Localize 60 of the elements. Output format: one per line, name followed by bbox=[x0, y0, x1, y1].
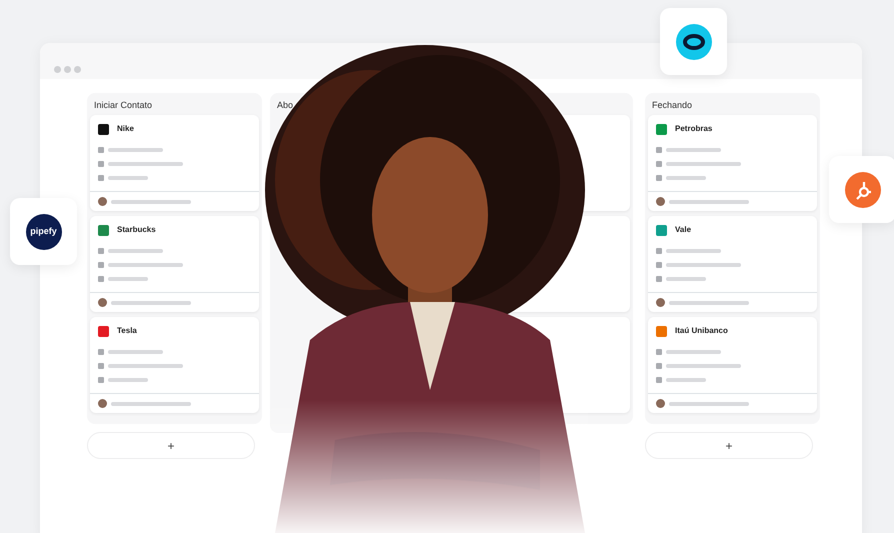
detail-icon bbox=[656, 377, 662, 383]
board-card[interactable]: Petrobras bbox=[648, 115, 817, 211]
window-dot[interactable] bbox=[74, 66, 81, 73]
window-dot[interactable] bbox=[64, 66, 71, 73]
detail-icon bbox=[98, 377, 104, 383]
detail-icon bbox=[656, 262, 662, 268]
blurred-text bbox=[666, 378, 706, 382]
column-title: Iniciar Contato bbox=[94, 100, 152, 110]
avatar-icon bbox=[656, 197, 665, 206]
blurred-text bbox=[666, 249, 721, 253]
avatar-icon bbox=[656, 399, 665, 408]
blurred-text bbox=[108, 148, 163, 152]
company-name: Vale bbox=[675, 224, 692, 236]
detail-icon bbox=[98, 276, 104, 282]
blurred-text bbox=[666, 350, 721, 354]
blurred-text bbox=[108, 277, 148, 281]
detail-icon bbox=[98, 363, 104, 369]
detail-icon bbox=[98, 161, 104, 167]
detail-icon bbox=[656, 276, 662, 282]
company-name: Nike bbox=[117, 123, 134, 135]
board-card[interactable]: Itaú Unibanco bbox=[648, 317, 817, 413]
detail-icon bbox=[656, 147, 662, 153]
company-name: Tesla bbox=[117, 325, 137, 337]
board-card[interactable]: Tesla bbox=[90, 317, 259, 413]
window-dot[interactable] bbox=[54, 66, 61, 73]
company-name: Itaú Unibanco bbox=[675, 325, 728, 337]
app-tile[interactable] bbox=[829, 156, 894, 223]
blurred-text bbox=[108, 378, 148, 382]
app-tile[interactable]: pipefy bbox=[10, 198, 77, 265]
avatar-icon bbox=[98, 298, 107, 307]
wordmark-logo: pipefy bbox=[26, 214, 62, 250]
detail-icon bbox=[656, 363, 662, 369]
detail-icon bbox=[98, 349, 104, 355]
board-card[interactable]: Starbucks bbox=[90, 216, 259, 312]
blurred-text bbox=[666, 176, 706, 180]
detail-icon bbox=[656, 161, 662, 167]
detail-icon bbox=[98, 147, 104, 153]
detail-icon bbox=[98, 248, 104, 254]
avatar-icon bbox=[656, 298, 665, 307]
company-name: Petrobras bbox=[675, 123, 712, 135]
company-name: Starbucks bbox=[117, 224, 156, 236]
blurred-text bbox=[108, 176, 148, 180]
blurred-text bbox=[666, 277, 706, 281]
detail-icon bbox=[656, 175, 662, 181]
avatar-icon bbox=[98, 399, 107, 408]
blurred-text bbox=[108, 350, 163, 354]
column-title: Fechando bbox=[652, 100, 692, 110]
detail-icon bbox=[98, 175, 104, 181]
board-card[interactable]: Vale bbox=[648, 216, 817, 312]
detail-icon bbox=[98, 262, 104, 268]
board-card[interactable]: Nike bbox=[90, 115, 259, 211]
column-title: Abo bbox=[277, 100, 294, 110]
detail-icon bbox=[656, 349, 662, 355]
add-card-button[interactable]: + bbox=[645, 432, 813, 459]
blurred-text bbox=[666, 148, 721, 152]
app-tile[interactable] bbox=[660, 8, 727, 75]
avatar-icon bbox=[98, 197, 107, 206]
blurred-text bbox=[108, 249, 163, 253]
detail-icon bbox=[656, 248, 662, 254]
add-card-button[interactable]: + bbox=[87, 432, 255, 459]
